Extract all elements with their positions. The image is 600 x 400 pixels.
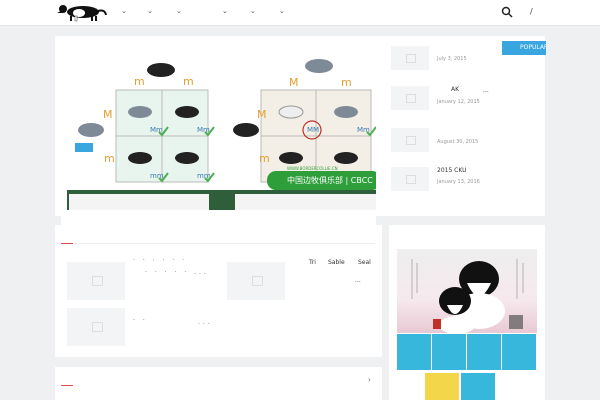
nav-menu-3-chevron-down-icon[interactable]: ⌄ xyxy=(176,7,182,15)
post-tag[interactable]: Tri xyxy=(309,259,316,266)
popular-post-item[interactable]: 2015 CKU January 13, 2016 xyxy=(391,167,541,193)
section-accent-line xyxy=(61,243,73,244)
image-placeholder-icon xyxy=(391,86,429,110)
popular-post-date: January 13, 2016 xyxy=(437,179,480,185)
section-accent-line xyxy=(61,385,73,386)
featured-slide-image[interactable]: m m M m M m M m Mm mm Mm mm MM Mm mm mm xyxy=(61,40,376,242)
club-banner: 中国边牧俱乐部 | CBCC xyxy=(267,171,376,190)
post-tag[interactable]: Sable xyxy=(328,259,345,266)
category-posts-card: › xyxy=(55,367,382,400)
puppy-photo[interactable] xyxy=(502,334,536,370)
allele-label: M xyxy=(103,108,113,121)
popular-post-item[interactable]: July 3, 2015 xyxy=(391,46,541,72)
allele-label: m xyxy=(341,76,352,89)
puppy-photo[interactable] xyxy=(467,334,501,370)
allele-label: m xyxy=(259,152,270,165)
popular-post-title-ellipsis: ... xyxy=(483,87,489,94)
slide-caption-tag xyxy=(75,143,93,152)
post-excerpt: ... xyxy=(355,277,361,284)
image-placeholder-icon xyxy=(391,128,429,152)
popular-post-date: July 3, 2015 xyxy=(437,56,467,62)
popular-post-title[interactable]: 2015 CKU xyxy=(437,167,467,174)
nav-menu-6-chevron-down-icon[interactable]: ⌄ xyxy=(279,7,285,15)
post-title[interactable]: · · · · · · xyxy=(133,257,187,264)
image-placeholder-icon xyxy=(391,46,429,70)
border-collie-logo[interactable] xyxy=(55,2,107,22)
popular-post-date: January 12, 2015 xyxy=(437,99,480,105)
popular-post-item[interactable]: AK ... January 12, 2015 xyxy=(391,86,541,112)
genotype-label: Mm xyxy=(197,126,210,134)
nav-menu-2-chevron-down-icon[interactable]: ⌄ xyxy=(147,7,153,15)
featured-slider-card: m m M m M m M m Mm mm Mm mm MM Mm mm mm xyxy=(55,36,546,242)
allele-label: M xyxy=(257,108,267,121)
language-switch-slash[interactable]: / xyxy=(530,7,533,16)
allele-label: m xyxy=(134,75,145,88)
top-nav-bar: ⌄ ⌄ ⌄ ⌄ ⌄ ⌄ / xyxy=(0,0,600,26)
popular-post-title[interactable]: AK xyxy=(451,86,459,93)
section-divider xyxy=(75,243,375,244)
popular-post-item[interactable]: August 30, 2015 xyxy=(391,128,541,154)
nav-menu-1-chevron-down-icon[interactable]: ⌄ xyxy=(121,7,127,15)
puppy-photo[interactable] xyxy=(397,334,431,370)
puppy-photo[interactable] xyxy=(432,334,466,370)
genotype-label: mm xyxy=(150,172,164,180)
latest-posts-card: · · · · · · · · · · · ... Tri Sable Seal… xyxy=(55,225,382,357)
post-excerpt: ... xyxy=(198,319,213,326)
post-thumbnail[interactable] xyxy=(67,262,125,300)
photo-strip xyxy=(67,190,376,210)
post-tag[interactable]: Seal xyxy=(358,259,371,266)
image-placeholder-icon xyxy=(391,167,429,191)
post-title[interactable]: · · xyxy=(133,317,148,324)
allele-label: M xyxy=(289,76,299,89)
nav-menu-4-chevron-down-icon[interactable]: ⌄ xyxy=(222,7,228,15)
puppy-photo-row xyxy=(395,373,535,400)
puppy-photo[interactable] xyxy=(425,373,459,400)
allele-label: m xyxy=(183,75,194,88)
popular-post-date: August 30, 2015 xyxy=(437,139,479,145)
chevron-right-icon[interactable]: › xyxy=(368,376,371,384)
puppy-photo-row xyxy=(397,334,537,370)
nav-menu-5-chevron-down-icon[interactable]: ⌄ xyxy=(250,7,256,15)
puppy-photo[interactable] xyxy=(461,373,495,400)
allele-label: m xyxy=(104,152,115,165)
post-excerpt: · · · · · ... xyxy=(145,269,209,276)
border-collie-photo[interactable] xyxy=(397,249,537,334)
post-thumbnail[interactable] xyxy=(67,308,125,346)
search-icon[interactable] xyxy=(501,6,513,18)
sidebar-image-widget xyxy=(389,225,545,400)
genotype-label: MM xyxy=(307,126,319,134)
post-thumbnail[interactable] xyxy=(227,262,285,300)
